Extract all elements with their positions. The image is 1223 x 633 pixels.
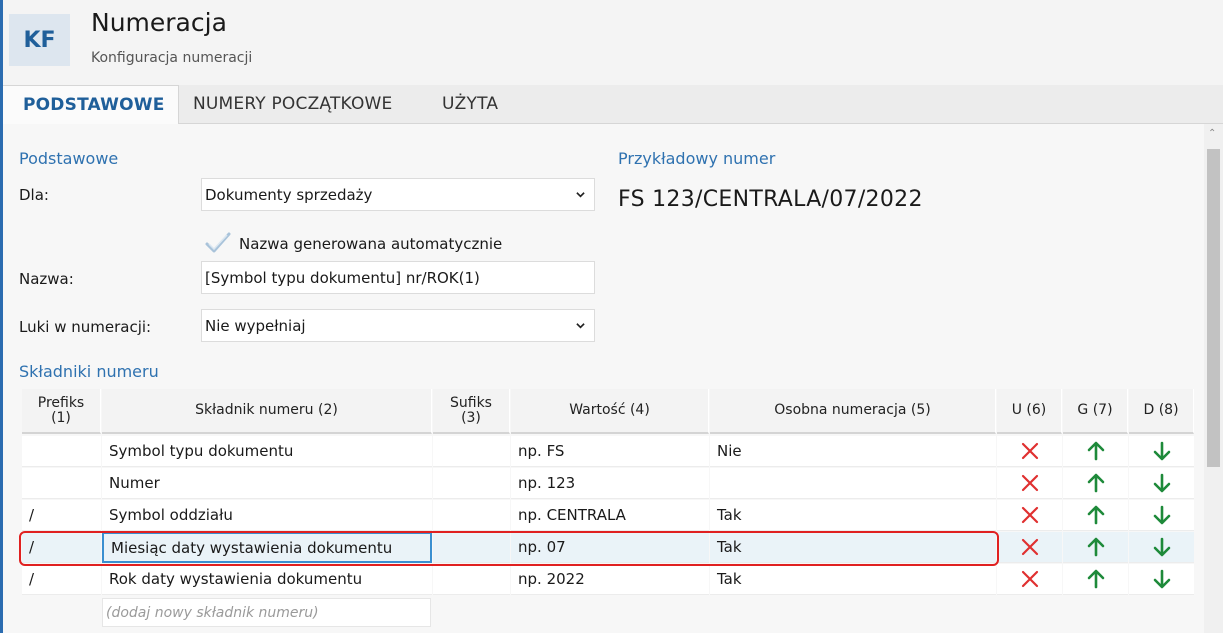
cell-down-button[interactable] [1129,564,1194,595]
add-component-input[interactable]: (dodaj nowy składnik numeru) [102,598,431,627]
chevron-down-icon [576,191,585,197]
tab-uzyta[interactable]: UŻYTA [442,85,498,124]
cell-sufiks[interactable] [433,436,510,467]
app-logo: KF [9,14,70,66]
arrow-up-icon[interactable] [1087,473,1105,493]
arrow-down-icon[interactable] [1153,441,1171,461]
dla-label: Dla: [19,186,49,204]
add-component-placeholder: (dodaj nowy składnik numeru) [106,604,319,621]
column-header-osobna[interactable]: Osobna numeracja (5) [710,389,996,434]
column-header-g[interactable]: G (7) [1063,389,1128,434]
arrow-up-icon[interactable] [1087,505,1105,525]
cell-osobna[interactable]: Tak [710,564,996,595]
chevron-down-icon [576,322,585,328]
cell-wartosc[interactable]: np. 2022 [511,564,709,595]
dla-select[interactable]: Dokumenty sprzedaży [201,178,595,211]
cell-prefiks[interactable]: / [22,532,101,563]
cell-skladnik[interactable]: Symbol typu dokumentu [102,436,432,467]
cell-wartosc[interactable]: np. 07 [511,532,709,563]
cell-down-button[interactable] [1129,500,1194,531]
tab-numery-poczatkowe[interactable]: NUMERY POCZĄTKOWE [193,85,392,124]
arrow-up-icon[interactable] [1087,441,1105,461]
section-components-label: Składniki numeru [19,362,159,381]
section-basic-label: Podstawowe [19,149,119,168]
cell-delete-button[interactable] [997,564,1062,595]
cell-osobna[interactable]: Tak [710,500,996,531]
arrow-down-icon[interactable] [1153,505,1171,525]
cell-sufiks[interactable] [433,468,510,499]
luki-label: Luki w numeracji: [19,318,152,336]
page-subtitle: Konfiguracja numeracji [91,50,253,66]
auto-name-label: Nazwa generowana automatycznie [239,235,503,253]
cell-sufiks[interactable] [433,564,510,595]
cell-skladnik[interactable]: Rok daty wystawienia dokumentu [102,564,432,595]
cell-delete-button[interactable] [997,468,1062,499]
cell-prefiks[interactable]: / [22,500,101,531]
cell-down-button[interactable] [1129,436,1194,467]
column-header-d[interactable]: D (8) [1129,389,1194,434]
cell-delete-button[interactable] [997,436,1062,467]
cell-osobna[interactable] [710,468,996,499]
cell-osobna[interactable]: Tak [710,532,996,563]
column-header-wartosc[interactable]: Wartość (4) [511,389,709,434]
cell-up-button[interactable] [1063,468,1128,499]
column-header-u[interactable]: U (6) [997,389,1062,434]
cell-skladnik[interactable]: Miesiąc daty wystawienia dokumentu [102,532,432,563]
nazwa-input[interactable]: [Symbol typu dokumentu] nr/ROK(1) [201,261,595,294]
example-label: Przykładowy numer [618,149,776,168]
cell-skladnik[interactable]: Symbol oddziału [102,500,432,531]
tab-bar: PODSTAWOWE NUMERY POCZĄTKOWE UŻYTA [3,85,1223,125]
arrow-up-icon[interactable] [1087,569,1105,589]
close-icon[interactable] [1021,506,1039,524]
table-row[interactable]: Numer np. 123 [22,468,1194,500]
cell-prefiks[interactable] [22,468,101,499]
column-header-sufiks[interactable]: Sufiks (3) [433,389,510,434]
tab-podstawowe[interactable]: PODSTAWOWE [3,85,179,125]
arrow-down-icon[interactable] [1153,473,1171,493]
cell-osobna[interactable]: Nie [710,436,996,467]
arrow-up-icon[interactable] [1087,537,1105,557]
page-title: Numeracja [91,8,227,37]
cell-sufiks[interactable] [433,500,510,531]
close-icon[interactable] [1021,570,1039,588]
cell-up-button[interactable] [1063,436,1128,467]
nazwa-label: Nazwa: [19,270,74,288]
cell-up-button[interactable] [1063,500,1128,531]
cell-up-button[interactable] [1063,564,1128,595]
column-header-prefiks[interactable]: Prefiks (1) [22,389,101,434]
cell-wartosc[interactable]: np. CENTRALA [511,500,709,531]
cell-prefiks[interactable] [22,436,101,467]
example-number: FS 123/CENTRALA/07/2022 [618,187,923,212]
table-row[interactable]: Symbol typu dokumentu np. FS Nie [22,436,1194,468]
cell-prefiks[interactable]: / [22,564,101,595]
cell-down-button[interactable] [1129,468,1194,499]
column-header-skladnik[interactable]: Składnik numeru (2) [102,389,432,434]
cell-delete-button[interactable] [997,500,1062,531]
header: KF Numeracja Konfiguracja numeracji [0,0,1223,633]
luki-select[interactable]: Nie wypełniaj [201,309,595,342]
cell-wartosc[interactable]: np. 123 [511,468,709,499]
close-icon[interactable] [1021,474,1039,492]
scroll-up-icon[interactable]: ⌃ [1208,128,1216,139]
scrollbar-thumb[interactable] [1207,149,1220,467]
cell-delete-button[interactable] [997,532,1062,563]
arrow-down-icon[interactable] [1153,569,1171,589]
nazwa-input-value: [Symbol typu dokumentu] nr/ROK(1) [205,268,480,287]
dla-select-value: Dokumenty sprzedaży [205,185,373,204]
vertical-scrollbar[interactable]: ⌃ [1204,124,1223,633]
close-icon[interactable] [1021,442,1039,460]
table-row[interactable]: / Rok daty wystawienia dokumentu np. 2022 T… [22,564,1194,596]
cell-wartosc[interactable]: np. FS [511,436,709,467]
cell-skladnik[interactable]: Numer [102,468,432,499]
auto-name-checkbox[interactable] [202,230,232,256]
cell-sufiks[interactable] [433,532,510,563]
luki-select-value: Nie wypełniaj [205,316,306,335]
arrow-down-icon[interactable] [1153,537,1171,557]
cell-up-button[interactable] [1063,532,1128,563]
table-row[interactable]: / Symbol oddziału np. CENTRALA Tak [22,500,1194,532]
close-icon[interactable] [1021,538,1039,556]
cell-down-button[interactable] [1129,532,1194,563]
table-row[interactable]: / Miesiąc daty wystawienia dokumentu np. 0… [22,532,1194,564]
